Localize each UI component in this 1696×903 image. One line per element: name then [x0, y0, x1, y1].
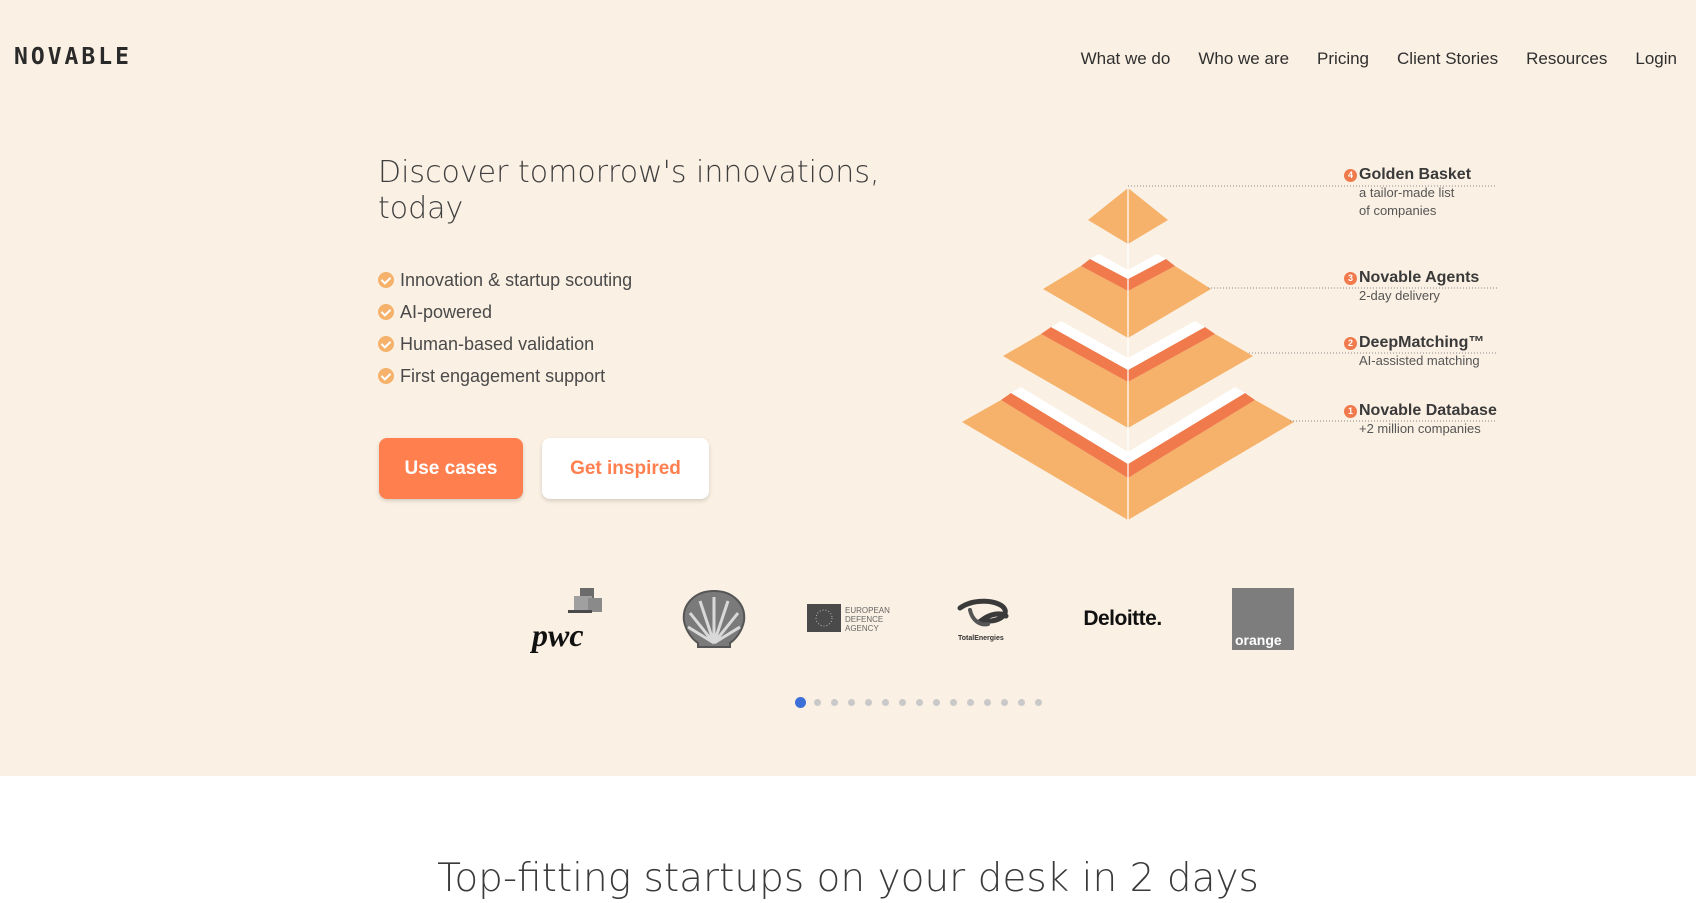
number-4-badge: 4 [1344, 168, 1357, 182]
hero-section: NOVABLE What we do Who we are Pricing Cl… [0, 0, 1696, 776]
feature-label: Human-based validation [400, 333, 595, 354]
use-cases-button[interactable]: Use cases [379, 438, 523, 499]
check-icon [378, 272, 394, 288]
feature-item: Innovation & startup scouting [378, 264, 632, 296]
svg-text:DEFENCE: DEFENCE [845, 615, 883, 624]
feature-item: Human-based validation [378, 328, 632, 360]
svg-text:AGENCY: AGENCY [845, 624, 879, 633]
pwc-icon: pwc [530, 588, 602, 653]
nav-client-stories[interactable]: Client Stories [1397, 49, 1498, 69]
totalenergies-logo: TotalEnergies [950, 584, 1020, 654]
novable-logo[interactable]: NOVABLE [14, 44, 132, 70]
check-icon [378, 336, 394, 352]
get-inspired-button[interactable]: Get inspired [542, 438, 709, 499]
headline-line-1: Discover tomorrow's innovations, [378, 155, 880, 190]
legend-deepmatching: 2 DeepMatching™ AI-assisted matching [1344, 334, 1484, 370]
check-icon [378, 304, 394, 320]
carousel-dot[interactable] [1001, 699, 1008, 706]
nav-resources[interactable]: Resources [1526, 49, 1607, 69]
nav-pricing[interactable]: Pricing [1317, 49, 1369, 69]
orange-text: orange [1235, 632, 1282, 648]
carousel-dot[interactable] [882, 699, 889, 706]
european-defence-agency-logo: EUROPEAN DEFENCE AGENCY [805, 584, 905, 654]
legend-title: DeepMatching™ [1359, 334, 1485, 351]
legend-subtitle: AI-assisted matching [1359, 353, 1480, 368]
check-icon [378, 368, 394, 384]
carousel-dot[interactable] [916, 699, 923, 706]
carousel-dot[interactable] [1035, 699, 1042, 706]
nav-what-we-do[interactable]: What we do [1081, 49, 1171, 69]
legend-title: Novable Agents [1359, 269, 1480, 286]
legend-title: Novable Database [1359, 402, 1497, 419]
carousel-dot[interactable] [848, 699, 855, 706]
feature-label: First engagement support [400, 365, 606, 386]
legend-golden-basket: 4 Golden Basket a tailor-made list of com… [1344, 166, 1471, 220]
pwc-logo: pwc [530, 584, 620, 654]
feature-label: Innovation & startup scouting [400, 269, 633, 290]
feature-item: First engagement support [378, 360, 632, 392]
carousel-dot[interactable] [831, 699, 838, 706]
carousel-dot[interactable] [984, 699, 991, 706]
svg-text:EUROPEAN: EUROPEAN [845, 606, 890, 615]
legend-title: Golden Basket [1359, 166, 1472, 183]
carousel-dot[interactable] [967, 699, 974, 706]
deloitte-text: Deloitte. [1083, 607, 1162, 630]
legend-subtitle: of companies [1359, 203, 1437, 218]
number-1-badge: 1 [1344, 404, 1357, 418]
section-title: Top-fitting startups on your desk in 2 d… [437, 856, 1259, 901]
totalenergies-icon: TotalEnergies [957, 598, 1009, 642]
nav-login[interactable]: Login [1635, 49, 1677, 69]
carousel-dot[interactable] [865, 699, 872, 706]
legend-novable-database: 1 Novable Database +2 million companies [1344, 402, 1497, 438]
feature-item: AI-powered [378, 296, 632, 328]
pwc-text: pwc [530, 617, 584, 653]
number-2-badge: 2 [1344, 336, 1357, 350]
legend-subtitle: +2 million companies [1359, 421, 1481, 436]
shell-icon [682, 589, 746, 648]
headline-line-2: today [378, 191, 464, 226]
deloitte-logo: Deloitte. [1075, 584, 1170, 654]
feature-list: Innovation & startup scouting AI-powered… [378, 264, 632, 392]
main-nav: What we do Who we are Pricing Client Sto… [1053, 49, 1677, 69]
hero-headline: Discover tomorrow's innovations, today [378, 155, 898, 227]
feature-label: AI-powered [400, 301, 493, 322]
shell-logo [678, 584, 750, 654]
client-logos: pwc EUROPEAN DEFENCE AGENCY TotalEnergie… [520, 584, 1300, 654]
orange-square: orange [1232, 588, 1294, 650]
carousel-dot[interactable] [1018, 699, 1025, 706]
nav-who-we-are[interactable]: Who we are [1198, 49, 1289, 69]
number-3-badge: 3 [1344, 271, 1357, 285]
eda-icon: EUROPEAN DEFENCE AGENCY [807, 604, 890, 633]
svg-text:TotalEnergies: TotalEnergies [958, 635, 1004, 642]
orange-logo: orange [1232, 584, 1294, 654]
legend-subtitle: a tailor-made list [1359, 185, 1455, 200]
carousel-dot[interactable] [795, 697, 806, 708]
legend-subtitle: 2-day delivery [1359, 288, 1440, 303]
legend-novable-agents: 3 Novable Agents 2-day delivery [1344, 269, 1479, 305]
carousel-dot[interactable] [933, 699, 940, 706]
carousel-dots [795, 697, 1052, 708]
carousel-dot[interactable] [899, 699, 906, 706]
carousel-dot[interactable] [814, 699, 821, 706]
carousel-dot[interactable] [950, 699, 957, 706]
